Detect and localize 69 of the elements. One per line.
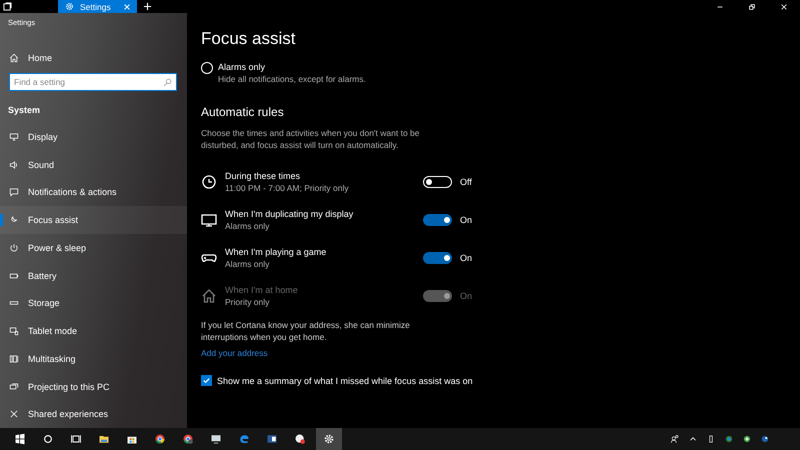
checkbox-label: Show me a summary of what I missed while focus assist was on bbox=[217, 376, 473, 386]
setting-icon bbox=[9, 382, 19, 392]
search-field[interactable]: Find a setting bbox=[9, 73, 177, 92]
rule-title: When I'm playing a game bbox=[225, 246, 328, 258]
settings-icon bbox=[65, 2, 74, 11]
toggle-status: Off bbox=[460, 177, 472, 187]
page-title: Focus assist bbox=[201, 29, 296, 49]
setting-icon bbox=[9, 354, 19, 364]
section-heading: Automatic rules bbox=[201, 105, 285, 119]
cortana-note: If you let Cortana know your address, she can minimize interruptions when you get home. bbox=[201, 319, 411, 343]
section-heading: System bbox=[8, 104, 42, 118]
sidebar-item[interactable]: Storage bbox=[0, 290, 187, 318]
rule-icon bbox=[201, 174, 217, 190]
rule-title: When I'm duplicating my display bbox=[225, 208, 354, 220]
add-address-link[interactable]: Add your address bbox=[201, 348, 268, 358]
search-icon bbox=[163, 78, 172, 87]
home-icon bbox=[9, 52, 19, 63]
rule-subtitle: 11:00 PM - 7:00 AM; Priority only bbox=[225, 182, 350, 194]
radio-label: Alarms only bbox=[218, 61, 266, 73]
sidebar-item[interactable]: Sound bbox=[0, 150, 187, 179]
home-link[interactable]: Home bbox=[0, 44, 187, 72]
restore-icon[interactable] bbox=[748, 2, 756, 10]
rule-subtitle: Alarms only bbox=[225, 258, 270, 270]
setting-icon bbox=[9, 160, 19, 170]
circle-search-icon[interactable] bbox=[42, 433, 54, 445]
sidebar-item[interactable]: Projecting to this PC bbox=[0, 372, 187, 400]
rule-subtitle: Alarms only bbox=[225, 220, 270, 232]
rule-icon bbox=[201, 288, 217, 304]
task-view-icon[interactable] bbox=[3, 2, 12, 11]
sidebar-item[interactable]: Shared experiences bbox=[0, 400, 187, 428]
sidebar-item[interactable]: Power & sleep bbox=[0, 234, 187, 262]
rule-title: When I'm at home bbox=[225, 284, 299, 296]
setting-icon bbox=[9, 132, 19, 142]
sidebar-item[interactable]: Multitasking bbox=[0, 344, 187, 373]
new-tab-icon[interactable] bbox=[143, 2, 152, 11]
sidebar-item[interactable]: Tablet mode bbox=[0, 317, 187, 345]
folder-icon[interactable] bbox=[98, 433, 110, 445]
task-view-icon[interactable] bbox=[70, 433, 82, 445]
setting-icon bbox=[9, 326, 19, 336]
app-tab[interactable]: Settings bbox=[58, 0, 137, 13]
sidebar-item[interactable]: Focus assist bbox=[0, 206, 187, 234]
toggle-status: On bbox=[460, 215, 472, 225]
toggle-switch[interactable] bbox=[423, 214, 452, 226]
chat-app-icon[interactable] bbox=[294, 433, 306, 445]
toggle-status: On bbox=[460, 253, 472, 263]
sidebar-item[interactable]: Display bbox=[0, 123, 187, 151]
setting-icon bbox=[9, 187, 19, 198]
close-icon[interactable] bbox=[780, 2, 788, 10]
checkbox[interactable] bbox=[201, 375, 212, 386]
settings-icon bbox=[323, 433, 335, 445]
rule-icon bbox=[201, 212, 217, 228]
windows-start-icon[interactable] bbox=[14, 433, 26, 445]
sidebar-item[interactable]: Notifications & actions bbox=[0, 178, 187, 206]
browser-icon[interactable] bbox=[154, 433, 166, 445]
computer-icon[interactable] bbox=[210, 433, 222, 445]
setting-icon bbox=[9, 242, 19, 253]
browser-icon[interactable] bbox=[182, 433, 194, 445]
radio-description: Hide all notifications, except for alarms. bbox=[218, 73, 366, 85]
tab-title: Settings bbox=[80, 2, 112, 12]
sidebar-item[interactable]: Battery bbox=[0, 262, 187, 290]
toggle-status: On bbox=[460, 291, 472, 301]
setting-icon bbox=[9, 409, 19, 420]
taskbar-settings-button[interactable] bbox=[316, 428, 342, 450]
rule-title: During these times bbox=[225, 170, 302, 182]
section-description: Choose the times and activities when you don't want to be disturbed, and focus assist will turn on automatically. bbox=[201, 127, 421, 151]
people-icon[interactable] bbox=[670, 434, 680, 444]
toggle-switch[interactable] bbox=[423, 252, 452, 264]
rule-subtitle: Priority only bbox=[225, 296, 270, 308]
radio-button[interactable] bbox=[201, 62, 213, 74]
